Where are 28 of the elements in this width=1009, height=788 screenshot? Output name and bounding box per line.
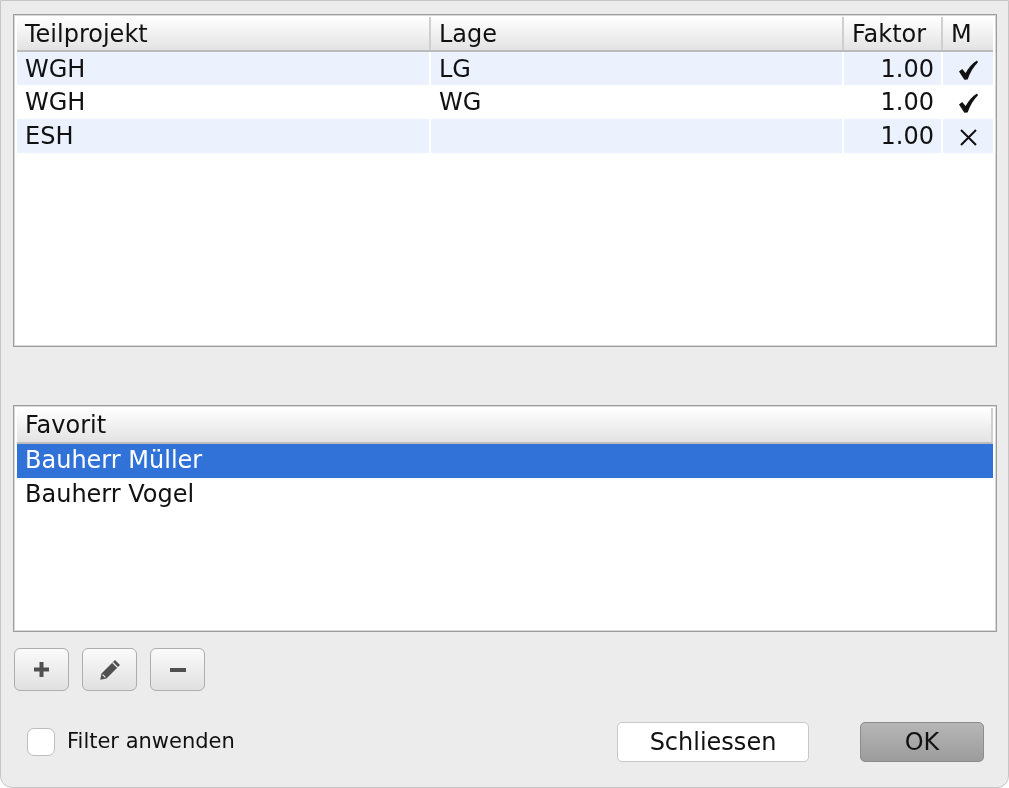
- table-cell: ESH: [17, 119, 430, 153]
- table-row[interactable]: ESH 1.00: [17, 119, 993, 153]
- filter-checkbox[interactable]: [27, 728, 55, 756]
- edit-button[interactable]: [82, 648, 137, 691]
- list-item[interactable]: Bauherr Vogel: [17, 478, 993, 512]
- ok-button[interactable]: OK: [860, 722, 984, 762]
- table-row[interactable]: WGH WG 1.00: [17, 85, 993, 119]
- close-button[interactable]: Schliessen: [617, 722, 809, 762]
- table-row[interactable]: WGH LG 1.00: [17, 51, 993, 85]
- add-button[interactable]: [14, 648, 69, 691]
- column-header: Teilprojekt: [17, 17, 430, 51]
- table-cell: 1.00: [843, 51, 942, 85]
- plus-icon: [34, 662, 49, 677]
- table-cell: WGH: [17, 51, 430, 85]
- table-cell: LG: [430, 51, 843, 85]
- column-header: Favorit: [17, 408, 993, 444]
- table-cell: WG: [430, 85, 843, 119]
- pencil-icon: [98, 658, 121, 681]
- column-header: Lage: [430, 17, 843, 51]
- table-cell: WGH: [17, 85, 430, 119]
- column-header: M: [942, 17, 993, 51]
- minus-icon: [169, 667, 186, 672]
- list-item[interactable]: Bauherr Müller: [17, 444, 993, 478]
- column-header: Faktor: [843, 17, 942, 51]
- remove-button[interactable]: [150, 648, 205, 691]
- filter-label: Filter anwenden: [67, 728, 235, 756]
- table-cell: 1.00: [843, 119, 942, 153]
- table-cell: 1.00: [843, 85, 942, 119]
